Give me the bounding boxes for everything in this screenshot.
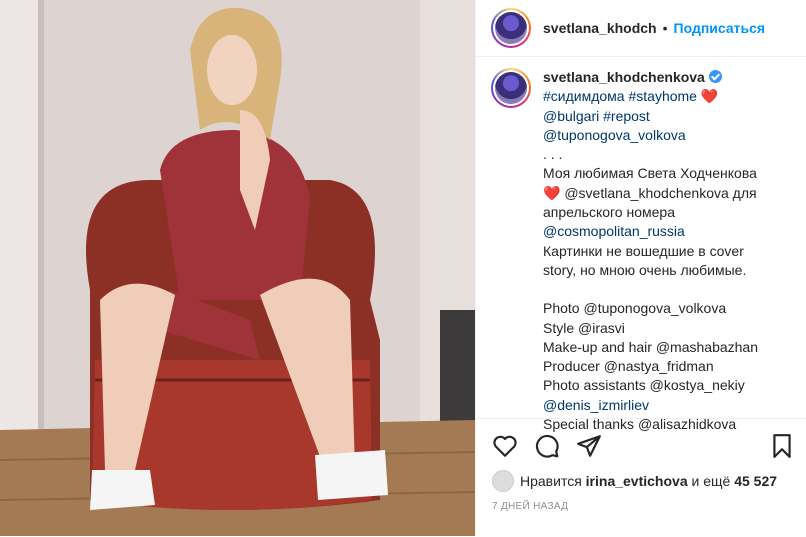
- verified-icon: [708, 70, 722, 83]
- post-header: svetlana_khodch • Подписаться: [476, 0, 806, 57]
- caption-text: svetlana_khodchenkova #сидимдома #stayho…: [543, 68, 788, 434]
- post-photo[interactable]: [0, 0, 475, 536]
- caption-line[interactable]: @denis_izmirliev: [543, 396, 788, 415]
- action-bar: Нравится irina_evtichova и ещё 45 527 7 …: [476, 418, 806, 537]
- caption-line: Make-up and hair @mashabazhan: [543, 338, 759, 355]
- caption-line: @svetlana_khodchenkova для: [564, 184, 757, 201]
- likes-prefix: Нравится: [520, 473, 582, 489]
- caption-line: Photo @tuponogova_volkova: [543, 300, 727, 317]
- post-side-panel: svetlana_khodch • Подписаться svetlana_k…: [475, 0, 806, 536]
- caption-line: Photo assistants @kostya_nekiy: [543, 377, 745, 394]
- caption-line: Producer @nastya_fridman: [543, 358, 714, 375]
- caption-line: Моя любимая Света Ходченкова: [543, 165, 757, 182]
- share-icon[interactable]: [576, 433, 602, 459]
- post-time[interactable]: 7 ДНЕЙ НАЗАД: [492, 501, 568, 512]
- follow-button[interactable]: Подписаться: [674, 20, 766, 36]
- photo-illustration: [0, 0, 475, 536]
- comment-icon[interactable]: [534, 433, 560, 459]
- caption-line[interactable]: @cosmopolitan_russia: [543, 222, 788, 241]
- caption-author[interactable]: svetlana_khodchenkova: [543, 69, 705, 85]
- likes-middle: и ещё: [691, 473, 731, 489]
- separator-dot: •: [662, 20, 668, 36]
- caption-avatar: [495, 72, 527, 104]
- caption: svetlana_khodchenkova #сидимдома #stayho…: [491, 68, 791, 434]
- heart-emoji: ❤️: [700, 88, 719, 105]
- liker-username[interactable]: irina_evtichova: [586, 473, 688, 489]
- story-ring[interactable]: [491, 8, 531, 48]
- caption-line: Картинки не вошедшие в cover: [543, 242, 744, 259]
- caption-line: Style @irasvi: [543, 319, 625, 336]
- heart-icon[interactable]: [492, 433, 518, 459]
- likes-row: Нравится irina_evtichova и ещё 45 527: [492, 470, 777, 492]
- caption-line: story, но мною очень любимые.: [543, 261, 747, 278]
- header-username[interactable]: svetlana_khodch: [543, 20, 657, 36]
- bookmark-icon[interactable]: [769, 433, 795, 459]
- avatar: [495, 12, 527, 44]
- likes-count[interactable]: 45 527: [734, 473, 777, 489]
- caption-line: . . .: [543, 146, 563, 163]
- hashtags[interactable]: #сидимдома #stayhome: [543, 88, 697, 104]
- caption-line: апрельского номера: [543, 204, 675, 221]
- liker-avatar[interactable]: [492, 470, 514, 492]
- caption-story-ring[interactable]: [491, 68, 531, 108]
- heart-emoji-2: ❤️: [543, 184, 561, 201]
- caption-line[interactable]: @tuponogova_volkova: [543, 126, 788, 145]
- caption-line[interactable]: @bulgari #repost: [543, 107, 788, 126]
